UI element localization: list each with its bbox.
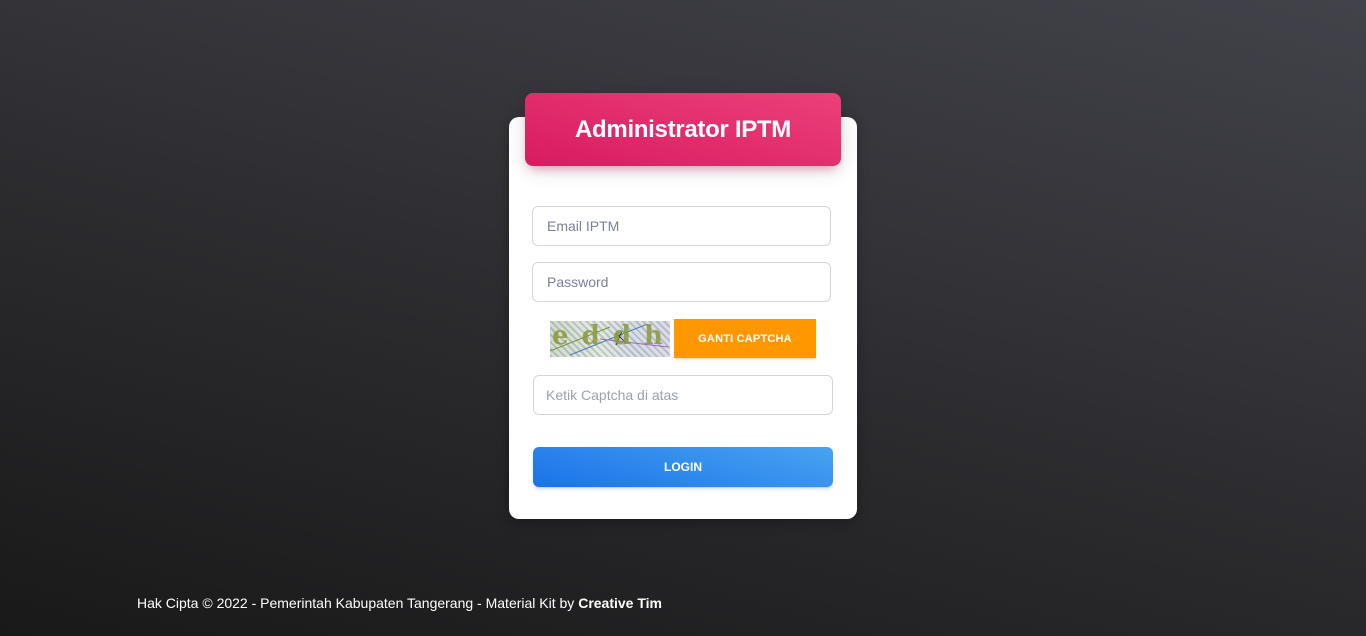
login-card: Administrator IPTM e d d h GANTI CAPTCHA… bbox=[509, 93, 857, 519]
change-captcha-button[interactable]: GANTI CAPTCHA bbox=[674, 319, 816, 358]
copyright-text: Hak Cipta © 2022 - Pemerintah Kabupaten … bbox=[137, 595, 579, 611]
captcha-text: e d d h bbox=[552, 321, 665, 351]
captcha-input[interactable] bbox=[533, 375, 833, 415]
email-field[interactable] bbox=[532, 206, 831, 246]
captcha-image: e d d h bbox=[550, 321, 670, 357]
login-button[interactable]: LOGIN bbox=[533, 447, 833, 487]
card-header: Administrator IPTM bbox=[525, 93, 841, 166]
password-field[interactable] bbox=[532, 262, 831, 302]
footer: Hak Cipta © 2022 - Pemerintah Kabupaten … bbox=[137, 595, 662, 611]
page-title: Administrator IPTM bbox=[575, 115, 791, 143]
creative-tim-link[interactable]: Creative Tim bbox=[578, 595, 662, 611]
